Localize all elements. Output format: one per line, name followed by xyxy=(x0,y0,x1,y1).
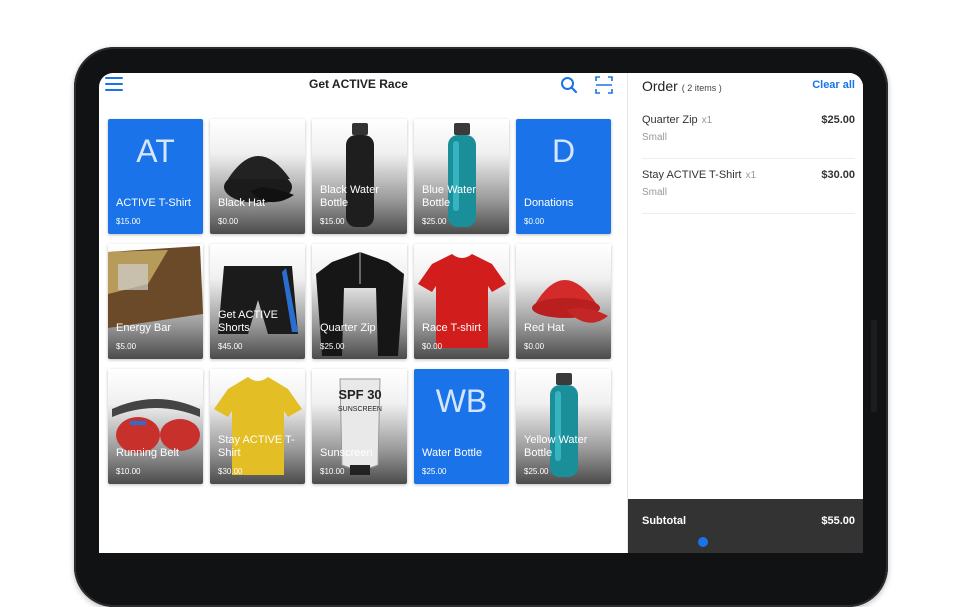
pos-screen: Get ACTIVE Race AT ACTIVE T-Shirt $15.00 Bl… xyxy=(99,73,863,553)
product-tile[interactable]: Black Water Bottle $15.00 xyxy=(312,119,407,234)
product-name: Sunscreen xyxy=(320,447,373,459)
product-tile[interactable]: Race T-shirt $0.00 xyxy=(414,244,509,359)
product-name: Water Bottle xyxy=(422,447,483,459)
product-name: Race T-shirt xyxy=(422,322,482,334)
product-price: $0.00 xyxy=(422,342,443,351)
subtotal-value: $55.00 xyxy=(821,515,855,527)
product-tile[interactable]: Running Belt $10.00 xyxy=(108,369,203,484)
product-price: $0.00 xyxy=(524,217,545,226)
page-title: Get ACTIVE Race xyxy=(309,77,408,91)
product-price: $15.00 xyxy=(116,217,141,226)
indicator-dot xyxy=(698,537,708,547)
product-price: $45.00 xyxy=(218,342,243,351)
product-name: Quarter Zip xyxy=(320,322,376,334)
product-name: Yellow Water Bottle xyxy=(524,434,588,459)
product-price: $25.00 xyxy=(422,467,447,476)
order-header: Order( 2 items ) xyxy=(642,78,722,94)
order-title: Order xyxy=(642,78,678,94)
product-tile[interactable]: Get ACTIVE Shorts $45.00 xyxy=(210,244,305,359)
product-price: $10.00 xyxy=(116,467,141,476)
product-name: Energy Bar xyxy=(116,322,172,334)
order-item-name: Quarter Zip xyxy=(642,114,698,126)
product-name: Black Hat xyxy=(218,197,266,209)
order-item-name: Stay ACTIVE T-Shirt xyxy=(642,169,742,181)
product-tile[interactable]: Blue Water Bottle $25.00 xyxy=(414,119,509,234)
subtotal-label: Subtotal xyxy=(642,515,686,527)
product-tile[interactable]: D Donations $0.00 xyxy=(516,119,611,234)
product-name: Blue Water Bottle xyxy=(422,184,477,209)
product-price: $15.00 xyxy=(320,217,345,226)
order-item-size: Small xyxy=(642,187,668,198)
side-button xyxy=(871,320,877,412)
product-tile[interactable]: AT ACTIVE T-Shirt $15.00 xyxy=(108,119,203,234)
order-panel: Order( 2 items ) Clear all Quarter Zip x1… xyxy=(627,73,863,553)
barcode-scan-icon[interactable] xyxy=(595,76,613,94)
product-name: ACTIVE T-Shirt xyxy=(116,197,191,209)
product-image-text: SUNSCREEN xyxy=(338,406,382,413)
product-tile[interactable]: Energy Bar $5.00 xyxy=(108,244,203,359)
product-price: $30.00 xyxy=(218,467,243,476)
product-abbr: WB xyxy=(435,383,488,419)
product-price: $25.00 xyxy=(422,217,447,226)
product-abbr: D xyxy=(551,133,576,169)
order-item[interactable]: Stay ACTIVE T-Shirt x1 Small $30.00 xyxy=(642,161,855,214)
order-item-size: Small xyxy=(642,132,668,143)
product-price: $25.00 xyxy=(320,342,345,351)
top-bar: Get ACTIVE Race xyxy=(99,73,627,97)
product-tile[interactable]: Yellow Water Bottle $25.00 xyxy=(516,369,611,484)
product-name: Stay ACTIVE T-Shirt xyxy=(218,434,295,459)
product-price: $0.00 xyxy=(218,217,239,226)
order-count: ( 2 items ) xyxy=(681,83,722,93)
product-price: $0.00 xyxy=(524,342,545,351)
product-name: Donations xyxy=(524,197,574,209)
clear-all-button[interactable]: Clear all xyxy=(812,79,855,91)
product-tile[interactable]: Black Hat $0.00 xyxy=(210,119,305,234)
order-item-price: $25.00 xyxy=(821,114,855,126)
product-tile[interactable]: WB Water Bottle $25.00 xyxy=(414,369,509,484)
product-name: Black Water Bottle xyxy=(320,184,379,209)
product-tile[interactable]: Red Hat $0.00 xyxy=(516,244,611,359)
order-item[interactable]: Quarter Zip x1 Small $25.00 xyxy=(642,106,855,159)
product-price: $10.00 xyxy=(320,467,345,476)
product-price: $25.00 xyxy=(524,467,549,476)
product-tile[interactable]: SPF 30 SUNSCREEN Sunscreen $10.00 xyxy=(312,369,407,484)
product-name: Running Belt xyxy=(116,447,179,459)
product-tile[interactable]: Quarter Zip $25.00 xyxy=(312,244,407,359)
product-name: Get ACTIVE Shorts xyxy=(218,309,278,334)
product-abbr: AT xyxy=(136,133,175,169)
order-item-price: $30.00 xyxy=(821,169,855,181)
search-icon[interactable] xyxy=(560,76,578,94)
order-item-qty: x1 xyxy=(701,115,713,126)
product-price: $5.00 xyxy=(116,342,137,351)
product-tile[interactable]: Stay ACTIVE T-Shirt $30.00 xyxy=(210,369,305,484)
product-image-text: SPF 30 xyxy=(338,387,381,402)
subtotal-bar[interactable]: Subtotal $55.00 xyxy=(628,499,863,553)
order-item-qty: x1 xyxy=(745,170,757,181)
product-name: Red Hat xyxy=(524,322,565,334)
